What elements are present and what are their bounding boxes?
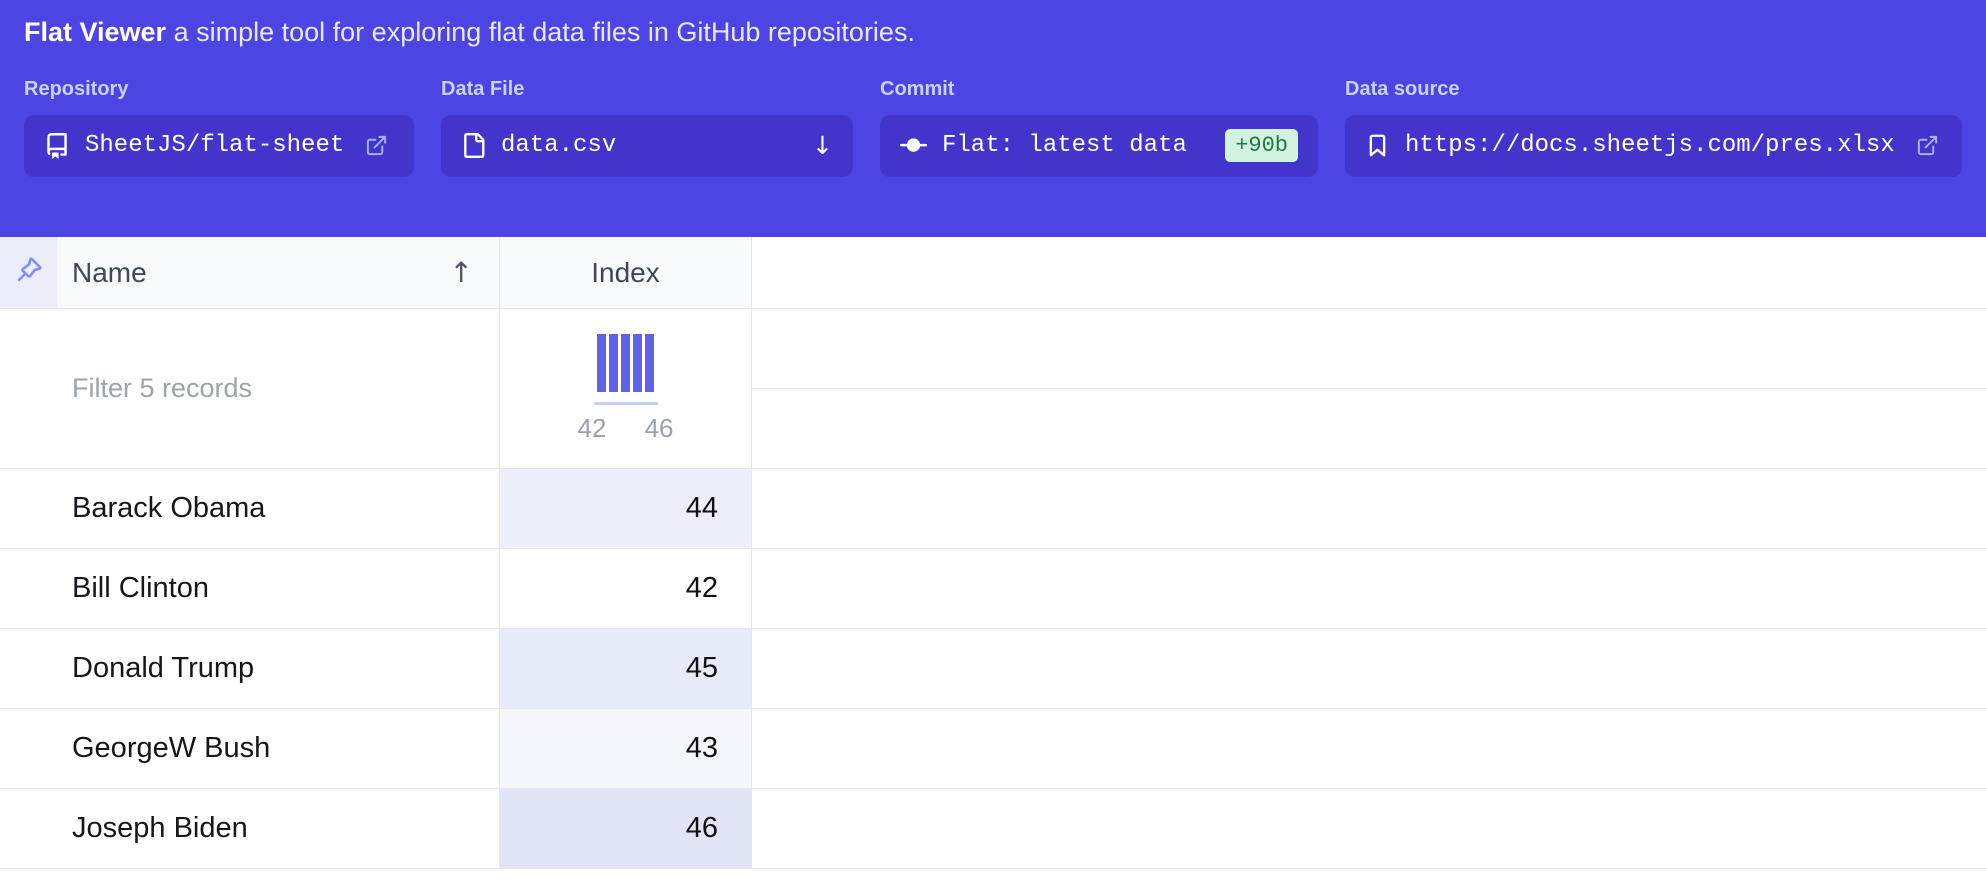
flat-viewer-page: Flat Viewer a simple tool for exploring … xyxy=(0,0,1986,888)
filter-cell xyxy=(0,309,500,469)
pushpin-icon xyxy=(14,255,44,290)
data-file-select[interactable]: data.csv ↓ xyxy=(441,115,853,177)
cell-name: Donald Trump xyxy=(0,629,500,709)
empty-grid-header-row xyxy=(752,237,1986,309)
repo-icon xyxy=(44,133,70,159)
data-source-link[interactable]: https://docs.sheetjs.com/pres.xlsx xyxy=(1345,115,1962,177)
cell-index: 46 xyxy=(500,789,752,869)
histogram-max-label: 46 xyxy=(645,413,674,444)
cell-name: GeorgeW Bush xyxy=(0,709,500,789)
cell-index: 44 xyxy=(500,469,752,549)
external-link-icon xyxy=(1916,134,1939,157)
repository-label: Repository xyxy=(24,78,414,101)
commit-control: Commit Flat: latest data +90b xyxy=(880,78,1318,177)
file-icon xyxy=(461,133,486,158)
external-link-icon xyxy=(365,134,388,157)
bookmark-icon xyxy=(1365,133,1390,158)
commit-message: Flat: latest data xyxy=(942,132,1187,159)
repository-control: Repository SheetJS/flat-sheet xyxy=(24,78,414,177)
pin-column-header[interactable] xyxy=(0,237,57,309)
histogram-axis xyxy=(594,402,658,405)
data-file-control: Data File data.csv ↓ xyxy=(441,78,853,177)
repository-value: SheetJS/flat-sheet xyxy=(85,132,344,159)
empty-grid-row xyxy=(752,469,1986,549)
histogram-bar xyxy=(597,334,606,392)
commit-label: Commit xyxy=(880,78,1318,101)
topbar: Flat Viewer a simple tool for exploring … xyxy=(0,0,1986,237)
data-file-label: Data File xyxy=(441,78,853,101)
column-header-name[interactable]: Name ↑ xyxy=(57,237,500,309)
cell-name: Bill Clinton xyxy=(0,549,500,629)
empty-grid-row xyxy=(752,389,1986,469)
cell-name: Barack Obama xyxy=(0,469,500,549)
empty-grid-row xyxy=(752,629,1986,709)
cell-index: 42 xyxy=(500,549,752,629)
cell-index: 43 xyxy=(500,709,752,789)
cell-name: Joseph Biden xyxy=(0,789,500,869)
data-file-value: data.csv xyxy=(501,132,616,159)
histogram-bar xyxy=(633,334,642,392)
commit-icon xyxy=(900,132,927,159)
data-source-label: Data source xyxy=(1345,78,1962,101)
histogram-bar xyxy=(645,334,654,392)
chevron-down-icon: ↓ xyxy=(812,131,833,160)
data-source-control: Data source https://docs.sheetjs.com/pre… xyxy=(1345,78,1962,177)
data-table: Name ↑ Index 42 46 Barack Obama xyxy=(0,237,752,888)
column-header-name-label: Name xyxy=(72,257,147,289)
index-histogram[interactable]: 42 46 xyxy=(500,309,752,469)
column-header-index[interactable]: Index xyxy=(500,237,752,309)
data-source-url: https://docs.sheetjs.com/pres.xlsx xyxy=(1405,132,1895,159)
histogram-bar xyxy=(609,334,618,392)
column-header-index-label: Index xyxy=(591,257,660,289)
empty-grid-row xyxy=(752,789,1986,869)
repository-button[interactable]: SheetJS/flat-sheet xyxy=(24,115,414,177)
empty-grid-row xyxy=(752,549,1986,629)
histogram-bar xyxy=(621,334,630,392)
filter-input[interactable] xyxy=(0,309,499,468)
diff-size-badge: +90b xyxy=(1225,129,1298,162)
empty-grid-row xyxy=(752,309,1986,389)
cell-index: 45 xyxy=(500,629,752,709)
histogram-labels: 42 46 xyxy=(578,413,674,444)
app-title: Flat Viewer xyxy=(24,17,166,47)
histogram-min-label: 42 xyxy=(578,413,607,444)
histogram-bars xyxy=(597,334,654,392)
app-title-row: Flat Viewer a simple tool for exploring … xyxy=(24,0,1962,50)
table-area: Name ↑ Index 42 46 Barack Obama xyxy=(0,237,1986,888)
empty-grid-row xyxy=(752,709,1986,789)
commit-button[interactable]: Flat: latest data +90b xyxy=(880,115,1318,177)
empty-grid-area xyxy=(752,237,1986,888)
app-subtitle: a simple tool for exploring flat data fi… xyxy=(174,17,915,47)
sort-ascending-icon: ↑ xyxy=(450,256,473,289)
controls-row: Repository SheetJS/flat-sheet Data File xyxy=(24,78,1962,177)
